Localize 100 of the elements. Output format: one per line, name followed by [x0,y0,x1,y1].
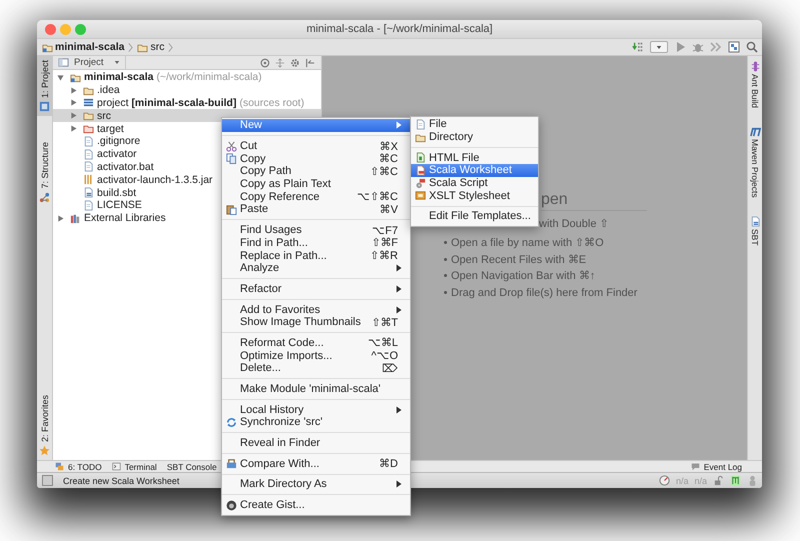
tree-item[interactable]: .idea [53,84,321,97]
menu-item[interactable]: XSLT Stylesheet [411,189,538,202]
menu-item[interactable]: Copy Reference ⌥⇧⌘C [222,190,410,204]
menu-item[interactable]: Optimize Imports... ^⌥O [222,349,410,362]
bullet [444,258,447,261]
expand-arrow-icon[interactable] [57,74,64,81]
menu-item[interactable]: Replace in Path... ⇧⌘R [222,249,410,262]
file-icon [83,200,94,211]
tool-window-tab[interactable]: 2: Favorites [37,390,52,460]
tool-window-button[interactable]: 6: TODO [55,462,102,472]
window-title: minimal-scala - [~/work/minimal-scala] [306,23,493,35]
settings-icon[interactable] [290,58,300,68]
menu-item[interactable]: Reformat Code... ⌥⌘L [222,336,410,350]
breadcrumb[interactable]: src [150,41,164,53]
books-icon [70,212,81,224]
star-icon [39,445,50,456]
file-icon [83,161,94,172]
tool-window-tab[interactable]: Ant Build [750,56,760,114]
menu-item[interactable]: HTML File [411,151,538,164]
menu-item[interactable]: Add to Favorites [222,303,410,316]
menu-item[interactable]: Copy Path ⇧⌘C [222,165,410,178]
folder-icon [83,123,94,134]
run-icon[interactable] [674,41,686,53]
menu-item[interactable]: File [411,118,538,131]
tip-text: Open Navigation Bar with ⌘↑ [451,269,596,282]
copy-icon [226,153,236,164]
menu-item[interactable]: Find in Path... ⇧⌘F [222,236,410,250]
bug-icon[interactable] [692,41,704,53]
tip-text: Drag and Drop file(s) here from Finder [451,286,638,299]
round-logo-icon [226,500,236,511]
menu-item[interactable]: Scala Worksheet [411,164,538,177]
view-dropdown[interactable]: Project [53,56,126,69]
run-configuration-dropdown[interactable] [650,41,668,53]
tool-window-tab[interactable]: 1: Project [37,56,52,116]
file-icon [414,118,426,130]
menu-item[interactable]: Analyze [222,262,410,275]
menu-item[interactable]: Compare With... ⌘D [222,457,410,470]
archive-icon [83,174,94,186]
status-indicator: n/a [676,476,688,486]
menu-item[interactable]: Synchronize 'src' [222,416,410,429]
menu-item[interactable]: Edit File Templates... [411,210,538,223]
menu-item[interactable]: Make Module 'minimal-scala' [222,382,410,396]
target-icon[interactable] [260,58,270,68]
menu-item[interactable]: Reveal in Finder [222,436,410,450]
expand-arrow-icon[interactable] [70,112,77,120]
caret-icon [114,60,120,65]
gauge-icon[interactable] [658,475,670,486]
hide-icon[interactable] [305,58,315,68]
menu-item[interactable]: Directory [411,130,538,144]
clipboard-icon [226,204,236,215]
menu-item[interactable]: Refactor [222,282,410,296]
close-button[interactable] [45,24,56,34]
menu-item[interactable]: Copy as Plain Text [222,178,410,190]
menu-item[interactable]: New [222,119,410,132]
event-log-button[interactable]: Event Log [690,462,742,472]
bullet [444,240,447,244]
chevron-icon [168,42,174,52]
menu-item[interactable]: Find Usages ⌥F7 [222,224,410,236]
tool-window-tab[interactable]: Maven Projects [750,121,760,203]
status-indicator: n/a [694,476,707,486]
tree-item[interactable]: project [minimal-scala-build] (sources root) [53,96,321,110]
expand-arrow-icon[interactable] [70,125,77,132]
menu-item[interactable]: Create Gist... [222,498,410,512]
menu-item[interactable]: Cut ⌘X [222,140,410,152]
project-structure-icon[interactable] [728,41,740,53]
file-icon [83,148,94,160]
sync-icon [226,416,236,428]
menu-item[interactable]: Mark Directory As [222,478,410,491]
breadcrumb[interactable]: minimal-scala [55,41,124,53]
search-icon[interactable] [746,41,758,53]
chevron-icon [128,42,134,52]
tree-item[interactable]: minimal-scala (~/work/minimal-scala) [53,71,321,84]
tool-window-tab[interactable]: SBT [750,210,760,250]
tip-text: Open a file by name with ⇧⌘O [451,236,604,249]
document-icon [83,187,94,198]
document-icon [750,216,760,227]
menu-item[interactable]: Copy ⌘C [222,152,410,166]
bullet [444,274,447,278]
zoom-button[interactable] [75,24,86,34]
tip-text: with Double ⇧ [539,217,610,232]
menu-item[interactable]: Scala Script [411,176,538,190]
status-message: Create new Scala Worksheet [63,476,180,486]
menu-item[interactable]: Delete... ⌦ [222,362,410,375]
menu-item[interactable]: Local History [222,403,410,416]
tool-window-button[interactable]: SBT Console [166,462,217,472]
tool-window-tab[interactable]: 7: Structure [37,138,52,207]
lines-icon [83,97,94,108]
tip-text: Open Recent Files with ⌘E [451,252,586,266]
tool-window-button[interactable]: Terminal [112,462,157,472]
expand-arrow-icon[interactable] [70,86,77,94]
square-icon[interactable] [42,475,53,486]
lock-icon[interactable] [713,475,724,486]
expand-arrow-icon[interactable] [57,214,64,222]
file-icon [83,136,94,147]
speech-bubble-icon [690,462,700,471]
scissors-icon [226,140,236,152]
caret-icon [656,44,662,50]
expand-arrow-icon[interactable] [70,99,77,106]
menu-item[interactable]: Show Image Thumbnails ⇧⌘T [222,316,410,329]
bullet [444,291,447,294]
